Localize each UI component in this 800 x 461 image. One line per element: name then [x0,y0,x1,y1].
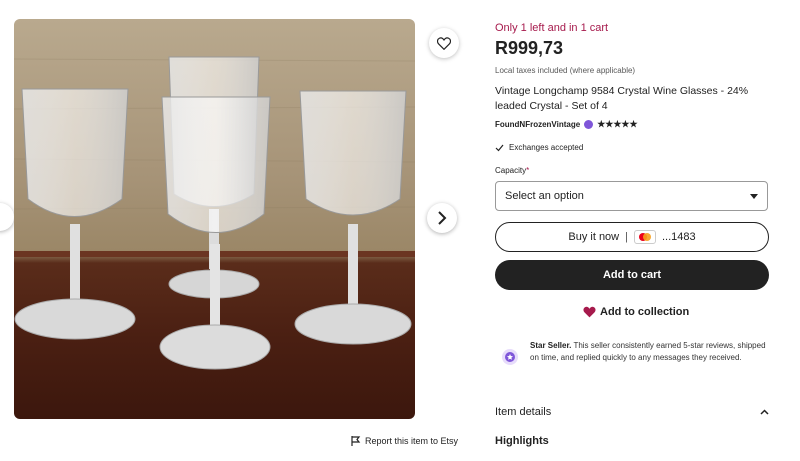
report-link[interactable]: Report this item to Etsy [351,436,458,446]
listing-title: Vintage Longchamp 9584 Crystal Wine Glas… [495,85,749,112]
buy-now-separator: | [625,231,628,243]
star-seller-info: Star Seller. This seller consistently ea… [502,340,772,365]
shop-info: FoundNFrozenVintage ★★★★★ [495,119,638,130]
star-seller-text: Star Seller. This seller consistently ea… [530,340,772,365]
flag-icon [351,436,361,446]
caret-down-icon [750,193,758,199]
highlights-heading: Highlights [495,435,549,447]
tax-note: Local taxes included (where applicable) [495,66,636,75]
buy-it-now-button[interactable]: Buy it now | ...1483 [495,222,769,252]
report-label[interactable]: Report this item to Etsy [365,436,458,446]
star-seller-label: Star Seller. [530,341,572,350]
capacity-label-text: Capacity [495,166,527,175]
check-icon [495,144,504,151]
capacity-select-value: Select an option [505,190,584,202]
product-image[interactable] [14,19,415,419]
price: R999,73 [495,38,564,58]
capacity-label: Capacity* [495,166,529,175]
chevron-right-icon [438,211,447,225]
card-digits: ...1483 [661,231,696,243]
favorite-button[interactable] [429,28,459,58]
next-image-button[interactable] [427,203,457,233]
stock-notice: Only 1 left and in 1 cart [495,22,609,34]
mastercard-icon [633,230,656,244]
buy-now-label: Buy it now [568,231,620,243]
heart-filled-icon [583,306,596,318]
wine-glasses-photo [14,56,415,370]
required-mark: * [526,166,530,175]
add-to-collection-label: Add to collection [600,306,690,318]
exchanges-label: Exchanges accepted [509,143,584,152]
star-badge-icon [502,349,518,365]
star-seller-badge-icon [584,120,594,129]
capacity-select[interactable]: Select an option [495,181,768,211]
chevron-up-icon [760,409,769,415]
add-to-cart-button[interactable]: Add to cart [495,260,769,290]
rating-stars[interactable]: ★★★★★ [597,119,637,130]
prev-image-button[interactable] [0,203,14,231]
item-details-label: Item details [495,406,552,418]
shop-name[interactable]: FoundNFrozenVintage [495,120,580,129]
item-details-toggle[interactable]: Item details [495,406,769,418]
exchanges-info: Exchanges accepted [495,143,583,152]
heart-icon [437,36,451,50]
add-to-collection-button[interactable]: Add to collection [583,306,689,318]
